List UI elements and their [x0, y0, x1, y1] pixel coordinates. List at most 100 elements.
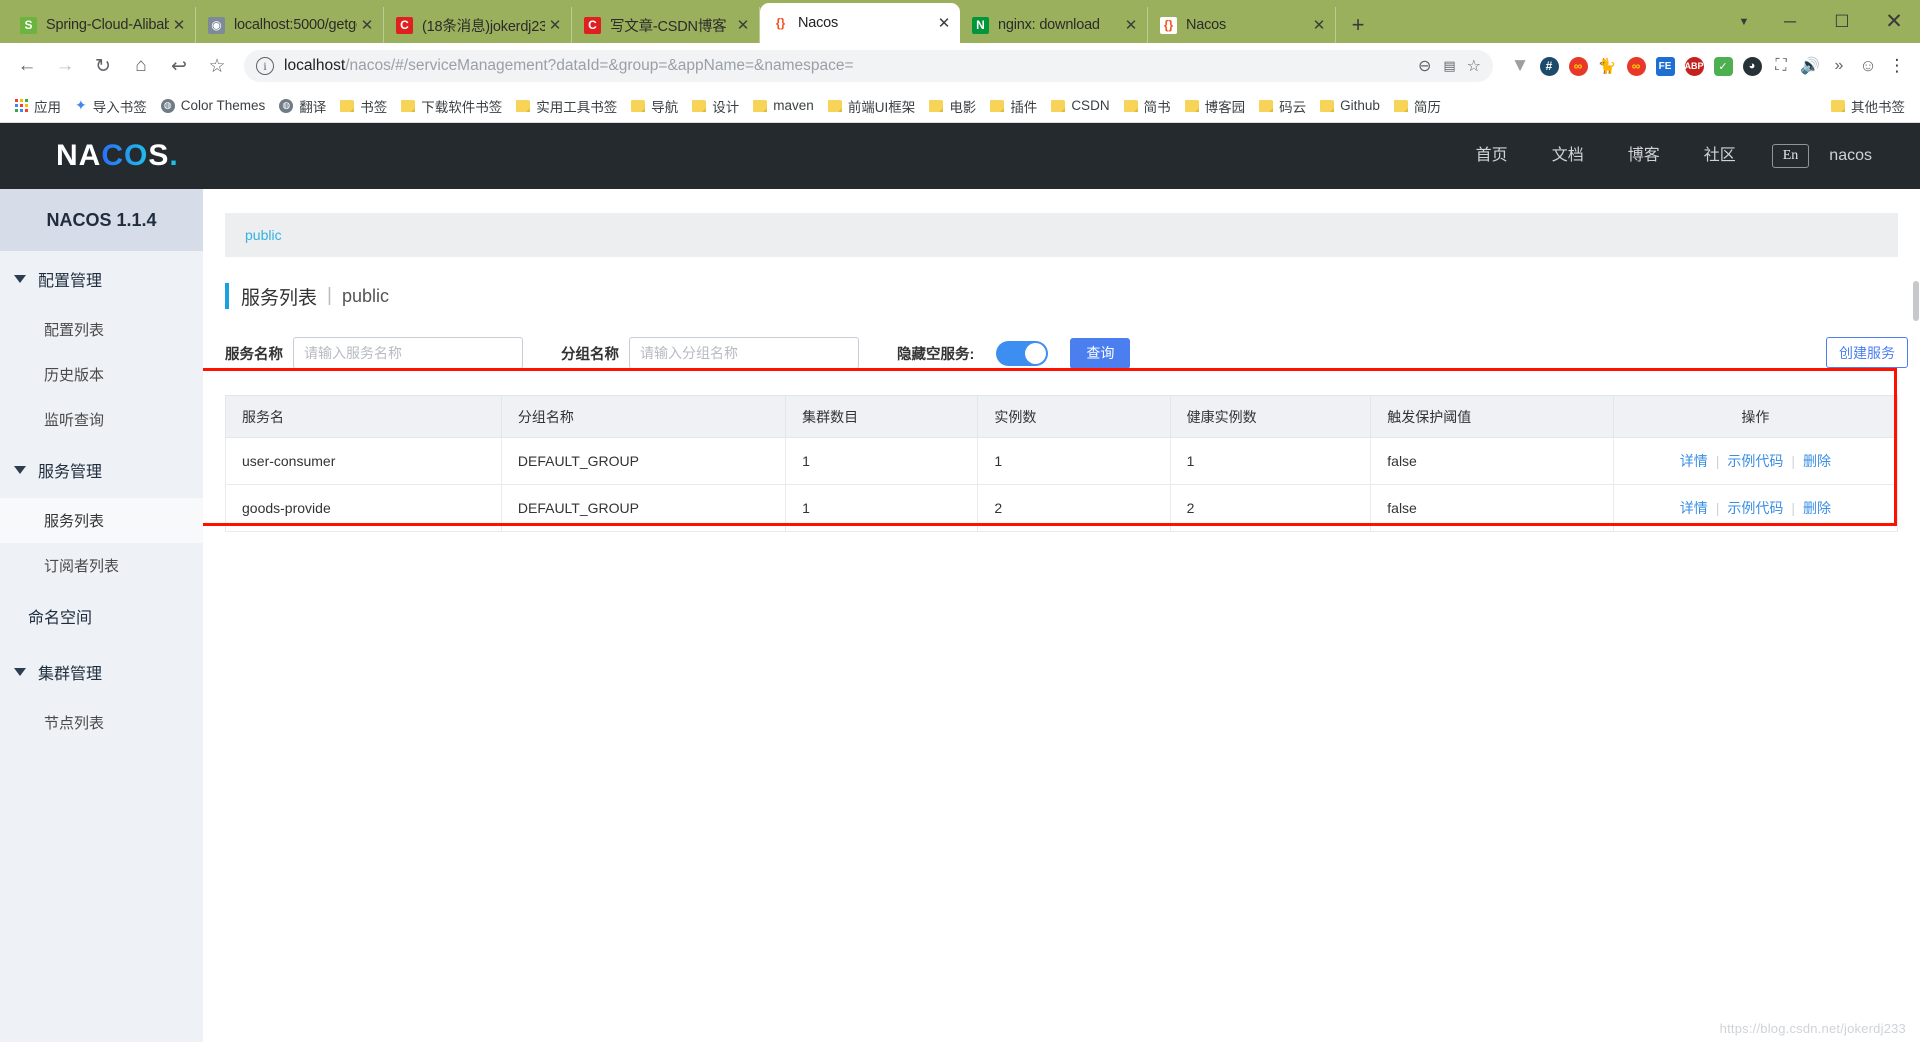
service-name-input[interactable]: [293, 337, 523, 369]
close-tab-icon[interactable]: ✕: [1309, 16, 1329, 34]
browser-tab-4-active[interactable]: {} Nacos ✕: [760, 3, 960, 43]
bookmark-star-icon[interactable]: ☆: [200, 49, 234, 83]
detail-link[interactable]: 详情: [1680, 453, 1708, 469]
group-name-input[interactable]: [629, 337, 859, 369]
bookmark-apps[interactable]: 应用: [8, 93, 68, 119]
star-icon[interactable]: ☆: [1467, 56, 1481, 76]
back-icon[interactable]: ←: [10, 49, 44, 83]
sidebar-item-service-list[interactable]: 服务列表: [0, 498, 203, 543]
bookmark-folder-10[interactable]: 前端UI框架: [821, 93, 923, 119]
bookmark-label: 书签: [360, 99, 388, 115]
undo-icon[interactable]: ↩: [162, 49, 196, 83]
bookmark-folder-17[interactable]: Github: [1313, 93, 1387, 119]
nacos-logo[interactable]: NA CO S.: [56, 139, 179, 173]
scrollbar-thumb[interactable]: [1913, 281, 1919, 321]
tab-list-caret-icon[interactable]: ▼: [1724, 0, 1764, 43]
browser-tab-0[interactable]: S Spring-Cloud-Alibab ✕: [8, 7, 196, 43]
bookmark-folder-13[interactable]: CSDN: [1044, 93, 1116, 119]
mute-tab-icon[interactable]: 🔊: [1797, 53, 1823, 79]
hide-empty-service-toggle[interactable]: [996, 340, 1049, 366]
bookmark-folder-8[interactable]: 设计: [685, 93, 746, 119]
adblock-plus-icon[interactable]: ABP: [1681, 53, 1707, 79]
sidebar-group-config[interactable]: 配置管理: [0, 251, 203, 307]
hash-extension-icon[interactable]: #: [1536, 53, 1562, 79]
zoom-out-icon[interactable]: ⊖: [1418, 56, 1431, 76]
bookmark-folder-16[interactable]: 码云: [1252, 93, 1313, 119]
browser-tab-3[interactable]: C 写文章-CSDN博客 ✕: [572, 7, 760, 43]
detail-link[interactable]: 详情: [1680, 500, 1708, 516]
cat-extension-icon[interactable]: 🐈: [1594, 53, 1620, 79]
address-bar[interactable]: i localhost/nacos/#/serviceManagement?da…: [244, 50, 1493, 82]
shield-extension-icon[interactable]: ✓: [1710, 53, 1736, 79]
sidebar-item-node-list[interactable]: 节点列表: [0, 700, 203, 745]
user-name-label[interactable]: nacos: [1829, 147, 1876, 165]
language-switch-button[interactable]: En: [1771, 144, 1810, 168]
browser-tab-2[interactable]: C (18条消息)jokerdj233 ✕: [384, 7, 572, 43]
sample-code-link[interactable]: 示例代码: [1727, 453, 1783, 469]
bookmark-folder-7[interactable]: 导航: [624, 93, 685, 119]
bookmark-translate[interactable]: ◍ 翻译: [272, 93, 333, 119]
close-tab-icon[interactable]: ✕: [169, 16, 189, 34]
infinity-red-2-icon[interactable]: ∞: [1623, 53, 1649, 79]
sidebar-item-listener-query[interactable]: 监听查询: [0, 397, 203, 442]
sidebar-item-namespace[interactable]: 命名空间: [0, 588, 203, 644]
new-tab-button[interactable]: +: [1340, 7, 1376, 43]
nav-item-home[interactable]: 首页: [1454, 123, 1530, 189]
breadcrumb-namespace-link[interactable]: public: [245, 227, 282, 243]
bookmark-folder-18[interactable]: 简历: [1387, 93, 1448, 119]
sidebar-item-subscribers[interactable]: 订阅者列表: [0, 543, 203, 588]
close-tab-icon[interactable]: ✕: [545, 16, 565, 34]
delete-link[interactable]: 删除: [1803, 453, 1831, 469]
vue-devtools-icon[interactable]: ▼: [1507, 53, 1533, 79]
delete-link[interactable]: 删除: [1803, 500, 1831, 516]
minimize-button[interactable]: ─: [1764, 0, 1816, 43]
bookmark-folder-5[interactable]: 下载软件书签: [394, 93, 509, 119]
chevron-double-down-icon[interactable]: »: [1826, 53, 1852, 79]
close-window-button[interactable]: ✕: [1868, 0, 1920, 43]
fe-helper-icon[interactable]: FE: [1652, 53, 1678, 79]
qr-code-icon[interactable]: ▤: [1443, 58, 1455, 74]
bookmark-color-themes[interactable]: ◍ Color Themes: [154, 93, 273, 119]
apps-grid-icon: [15, 99, 28, 112]
browser-menu-icon[interactable]: ⋮: [1884, 53, 1910, 79]
close-tab-icon[interactable]: ✕: [934, 14, 954, 32]
query-button[interactable]: 查询: [1070, 337, 1131, 369]
browser-tab-5[interactable]: N nginx: download ✕: [960, 7, 1148, 43]
sidebar-group-service[interactable]: 服务管理: [0, 442, 203, 498]
site-info-icon[interactable]: i: [256, 57, 274, 75]
bookmark-label: Color Themes: [180, 98, 266, 113]
bookmark-folder-14[interactable]: 简书: [1117, 93, 1178, 119]
browser-tab-1[interactable]: ◉ localhost:5000/getgo ✕: [196, 7, 384, 43]
nav-item-blog[interactable]: 博客: [1606, 123, 1682, 189]
sidebar-item-history[interactable]: 历史版本: [0, 352, 203, 397]
reload-icon[interactable]: ↻: [86, 49, 120, 83]
sidebar-item-config-list[interactable]: 配置列表: [0, 307, 203, 352]
create-service-button[interactable]: 创建服务: [1826, 337, 1908, 368]
bookmark-folder-12[interactable]: 插件: [983, 93, 1044, 119]
bookmark-folder-6[interactable]: 实用工具书签: [509, 93, 624, 119]
clock-extension-icon[interactable]: ◕: [1739, 53, 1765, 79]
nav-item-community[interactable]: 社区: [1682, 123, 1758, 189]
bookmark-overflow-folder[interactable]: 其他书签: [1824, 93, 1912, 119]
sidebar-group-cluster[interactable]: 集群管理: [0, 644, 203, 700]
globe-icon: ◉: [208, 16, 225, 34]
close-tab-icon[interactable]: ✕: [1121, 16, 1141, 34]
bookmark-folder-15[interactable]: 博客园: [1178, 93, 1253, 119]
page-scrollbar[interactable]: [1912, 189, 1920, 1042]
sidebar-item-label: 节点列表: [44, 715, 105, 732]
forward-icon[interactable]: →: [48, 49, 82, 83]
screenshot-crop-icon[interactable]: ⛶: [1768, 53, 1794, 79]
infinity-red-icon[interactable]: ∞: [1565, 53, 1591, 79]
bookmark-folder-4[interactable]: 书签: [333, 93, 394, 119]
bookmark-folder-9[interactable]: maven: [746, 93, 821, 119]
home-icon[interactable]: ⌂: [124, 49, 158, 83]
maximize-button[interactable]: ☐: [1816, 0, 1868, 43]
bookmark-folder-11[interactable]: 电影: [922, 93, 983, 119]
close-tab-icon[interactable]: ✕: [733, 16, 753, 34]
browser-tab-6[interactable]: {} Nacos ✕: [1148, 7, 1336, 43]
close-tab-icon[interactable]: ✕: [357, 16, 377, 34]
account-avatar-icon[interactable]: ☺: [1855, 53, 1881, 79]
sample-code-link[interactable]: 示例代码: [1727, 500, 1783, 516]
nav-item-docs[interactable]: 文档: [1530, 123, 1606, 189]
bookmark-import[interactable]: ✦ 导入书签: [68, 93, 154, 119]
